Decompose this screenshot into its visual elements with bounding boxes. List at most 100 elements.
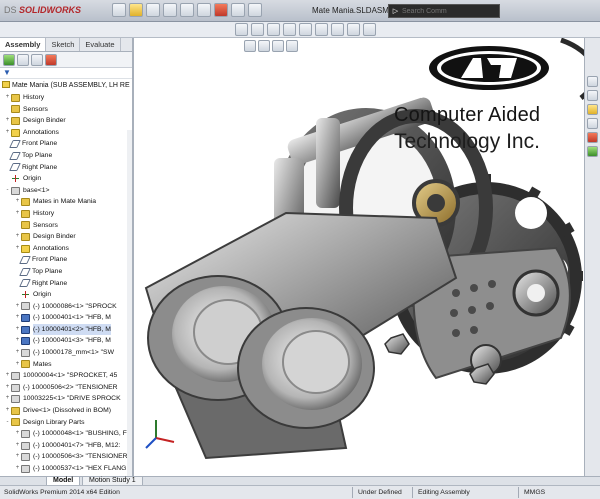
tree-item[interactable]: Origin [0, 289, 132, 301]
zoom-area-icon[interactable] [251, 23, 264, 36]
expand-toggle-icon[interactable]: + [14, 428, 21, 440]
expand-toggle-icon[interactable]: + [4, 393, 11, 405]
search-commands-box[interactable]: ▷ [388, 4, 500, 18]
appearance-icon[interactable] [347, 23, 360, 36]
previous-view-icon[interactable] [267, 23, 280, 36]
expand-toggle-icon[interactable]: + [14, 359, 21, 371]
part-icon [21, 453, 30, 462]
expand-toggle-icon[interactable]: + [4, 382, 11, 394]
filter-icon[interactable]: ▼ [0, 68, 132, 79]
tree-item[interactable]: + (-) 10000401<2> "HFB, M [0, 323, 132, 336]
tree-item[interactable]: + (-) 10000506<2> "TENSIONER [0, 382, 132, 394]
scene-icon[interactable] [363, 23, 376, 36]
panel-scrollbar[interactable] [127, 130, 132, 480]
expand-toggle-icon[interactable]: + [14, 196, 21, 208]
tab-assembly[interactable]: Assembly [0, 38, 47, 51]
tree-item[interactable]: - base<1> [0, 185, 132, 197]
tree-item[interactable]: + History [0, 208, 132, 220]
expand-toggle-icon[interactable]: + [14, 312, 21, 324]
tree-item[interactable]: Right Plane [0, 162, 132, 174]
expand-toggle-icon[interactable]: + [14, 451, 21, 463]
view-orientation-icon[interactable] [299, 23, 312, 36]
tree-item[interactable]: Front Plane [0, 254, 132, 266]
select-arrow-icon[interactable] [197, 3, 211, 17]
tree-item[interactable]: Right Plane [0, 278, 132, 290]
tree-item[interactable]: +10003225<1> "DRIVE SPROCK [0, 393, 132, 405]
status-edition: SolidWorks Premium 2014 x64 Edition [4, 489, 120, 496]
property-manager-icon[interactable] [17, 54, 29, 66]
expand-toggle-icon[interactable]: + [14, 324, 21, 336]
expand-toggle-icon[interactable]: + [14, 440, 21, 452]
tree-item[interactable]: + (-) 10000537<1> "HEX FLANG [0, 463, 132, 475]
tree-item[interactable]: +10000004<1> "SPROCKET, 45 [0, 370, 132, 382]
expand-toggle-icon[interactable]: + [4, 115, 11, 127]
tree-item[interactable]: + (-) 10000048<1> "BUSHING, F [0, 428, 132, 440]
tree-item[interactable]: + Annotations [0, 243, 132, 255]
tree-item[interactable]: + Drive<1> (Dissolved in BOM) [0, 405, 132, 417]
tree-item[interactable]: + Design Binder [0, 115, 132, 127]
tree-item[interactable]: Sensors [0, 220, 132, 232]
expand-toggle-icon[interactable]: + [14, 335, 21, 347]
tree-item[interactable]: + Mates [0, 359, 132, 371]
file-explorer-icon[interactable] [587, 104, 598, 115]
zoom-to-fit-icon[interactable] [235, 23, 248, 36]
hide-show-items-icon[interactable] [331, 23, 344, 36]
tree-item[interactable]: + (-) 10000401<3> "HFB, M [0, 335, 132, 347]
expand-toggle-icon[interactable]: - [4, 185, 11, 197]
expand-toggle-icon[interactable]: + [14, 301, 21, 313]
tree-item[interactable]: + History [0, 92, 132, 104]
expand-toggle-icon[interactable]: + [14, 208, 21, 220]
save-icon[interactable] [146, 3, 160, 17]
resources-home-icon[interactable] [587, 76, 598, 87]
display-manager-icon[interactable] [45, 54, 57, 66]
tab-evaluate[interactable]: Evaluate [80, 38, 121, 51]
tree-item[interactable]: Origin [0, 173, 132, 185]
print-icon[interactable] [163, 3, 177, 17]
configuration-manager-icon[interactable] [31, 54, 43, 66]
tree-item[interactable]: + (-) 10000086<1> "SPROCK [0, 301, 132, 313]
tree-item[interactable]: Top Plane [0, 150, 132, 162]
tree-item[interactable]: - Design Library Parts [0, 417, 132, 429]
design-library-icon[interactable] [587, 90, 598, 101]
status-units[interactable]: MMGS [524, 489, 545, 496]
expand-toggle-icon[interactable]: + [4, 370, 11, 382]
tree-item[interactable]: + (-) 10000506<3> "TENSIONER [0, 451, 132, 463]
custom-properties-icon[interactable] [587, 146, 598, 157]
tree-item-label: Design Binder [23, 117, 66, 125]
origin-icon [21, 290, 30, 299]
tree-item[interactable]: + Design Binder [0, 231, 132, 243]
tree-root-assembly[interactable]: Mate Mania (SUB ASSEMBLY, LH RE [0, 79, 132, 92]
expand-toggle-icon[interactable]: + [4, 92, 11, 104]
expand-toggle-icon[interactable]: - [4, 417, 11, 429]
expand-toggle-icon[interactable]: + [14, 347, 21, 359]
expand-toggle-icon[interactable]: + [14, 231, 21, 243]
tree-item[interactable]: Sensors [0, 104, 132, 116]
open-folder-icon[interactable] [129, 3, 143, 17]
tree-item[interactable]: Top Plane [0, 266, 132, 278]
tree-item[interactable]: + (-) 10000178_mm<1> "SW [0, 347, 132, 359]
graphics-area[interactable]: Computer Aided Technology Inc. [136, 38, 584, 476]
new-document-icon[interactable] [112, 3, 126, 17]
view-palette-icon[interactable] [587, 118, 598, 129]
feature-tree-icon[interactable] [3, 54, 15, 66]
expand-toggle-icon[interactable]: + [14, 243, 21, 255]
section-view-icon[interactable] [283, 23, 296, 36]
expand-toggle-icon[interactable]: + [4, 405, 11, 417]
expand-toggle-icon[interactable]: + [14, 463, 21, 475]
expand-toggle-icon[interactable]: + [4, 127, 11, 139]
solidworks-logo[interactable]: DS SOLIDWORKS [4, 5, 81, 15]
tab-sketch[interactable]: Sketch [46, 38, 81, 51]
status-divider [518, 487, 519, 498]
display-style-icon[interactable] [315, 23, 328, 36]
tree-item[interactable]: + (-) 10000401<7> "HFB, M12: [0, 440, 132, 452]
rebuild-icon[interactable] [214, 3, 228, 17]
tree-item[interactable]: + (-) 10000401<1> "HFB, M [0, 312, 132, 324]
tree-item[interactable]: + Annotations [0, 127, 132, 139]
tree-item[interactable]: Front Plane [0, 138, 132, 150]
search-input[interactable] [402, 6, 498, 17]
options-gear-icon[interactable] [248, 3, 262, 17]
tree-item[interactable]: + Mates in Mate Mania [0, 196, 132, 208]
file-properties-icon[interactable] [231, 3, 245, 17]
undo-icon[interactable] [180, 3, 194, 17]
appearances-scenes-icon[interactable] [587, 132, 598, 143]
